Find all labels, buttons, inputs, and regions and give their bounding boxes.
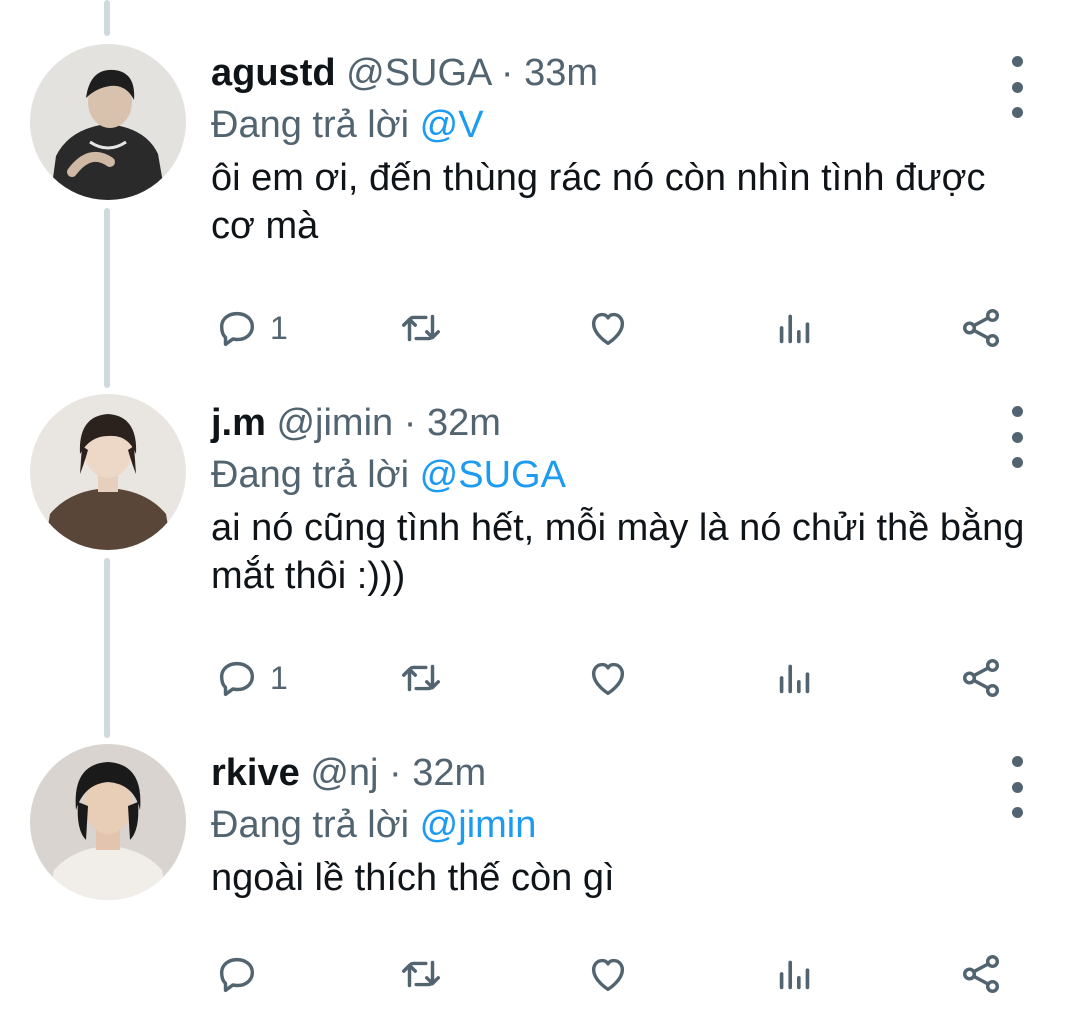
- more-vertical-icon[interactable]: [1000, 406, 1034, 468]
- analytics-icon: [779, 314, 810, 344]
- views-button[interactable]: [772, 944, 818, 1004]
- analytics-icon: [779, 960, 810, 990]
- avatar[interactable]: [30, 394, 186, 550]
- avatar-image: [30, 394, 186, 550]
- heart-icon: [591, 662, 625, 696]
- separator-dot: ·: [403, 402, 417, 444]
- share-icon: [962, 659, 1000, 697]
- more-vertical-icon[interactable]: [1000, 756, 1034, 818]
- user-handle[interactable]: @SUGA: [346, 52, 490, 94]
- avatar-image: [30, 44, 186, 200]
- views-button[interactable]: [772, 298, 818, 358]
- timestamp[interactable]: 33m: [524, 52, 598, 94]
- retweet-icon: [402, 664, 440, 692]
- like-button[interactable]: [585, 298, 631, 358]
- replying-to-mention[interactable]: @SUGA: [420, 454, 566, 496]
- reply-button[interactable]: 1: [214, 648, 288, 708]
- user-handle[interactable]: @nj: [310, 752, 378, 794]
- reply-icon: [219, 661, 255, 697]
- replying-to-mention[interactable]: @jimin: [420, 804, 537, 846]
- like-button[interactable]: [585, 944, 631, 1004]
- retweet-icon: [402, 960, 440, 988]
- tweet-header: agustd @SUGA · 33m: [211, 50, 598, 96]
- more-vertical-icon[interactable]: [1000, 56, 1034, 118]
- share-button[interactable]: [958, 298, 1004, 358]
- replying-to-label: Đang trả lời: [211, 104, 410, 146]
- retweet-button[interactable]: [398, 298, 444, 358]
- share-button[interactable]: [958, 648, 1004, 708]
- avatar[interactable]: [30, 744, 186, 900]
- replying-to: Đang trả lời @jimin: [211, 802, 536, 848]
- action-bar: 1: [0, 648, 1080, 708]
- avatar-image: [30, 744, 186, 900]
- retweet-button[interactable]: [398, 648, 444, 708]
- thread-line-top: [104, 0, 110, 36]
- replying-to: Đang trả lời @SUGA: [211, 452, 566, 498]
- reply-button[interactable]: [214, 944, 270, 1004]
- action-bar: [0, 944, 1080, 1004]
- reply-button[interactable]: 1: [214, 298, 288, 358]
- like-button[interactable]: [585, 648, 631, 708]
- tweet-header: j.m @jimin · 32m: [211, 400, 501, 446]
- avatar[interactable]: [30, 44, 186, 200]
- heart-icon: [591, 958, 625, 992]
- share-icon: [962, 309, 1000, 347]
- separator-dot: ·: [389, 752, 402, 794]
- share-icon: [962, 955, 1000, 993]
- reply-icon: [219, 957, 255, 993]
- tweet[interactable]: j.m @jimin · 32m Đang trả lời @SUGA ai n…: [0, 394, 1080, 697]
- tweet-header: rkive @nj · 32m: [211, 750, 486, 796]
- tweet[interactable]: rkive @nj · 32m Đang trả lời @jimin ngoà…: [0, 744, 1080, 1016]
- timestamp[interactable]: 32m: [412, 752, 486, 794]
- reply-count: 1: [270, 659, 288, 696]
- tweet-text: ngoài lề thích thế còn gì: [211, 857, 615, 899]
- display-name[interactable]: agustd: [211, 52, 336, 94]
- replying-to-mention[interactable]: @V: [420, 104, 484, 146]
- share-button[interactable]: [958, 944, 1004, 1004]
- timestamp[interactable]: 32m: [427, 402, 501, 444]
- heart-icon: [591, 312, 625, 346]
- display-name[interactable]: j.m: [211, 402, 266, 444]
- replying-to: Đang trả lời @V: [211, 102, 484, 148]
- reply-count: 1: [270, 309, 288, 346]
- tweet[interactable]: agustd @SUGA · 33m Đang trả lời @V ôi em…: [0, 44, 1080, 347]
- analytics-icon: [779, 664, 810, 694]
- separator-dot: ·: [500, 52, 514, 94]
- retweet-button[interactable]: [398, 944, 444, 1004]
- views-button[interactable]: [772, 648, 818, 708]
- action-bar: 1: [0, 298, 1080, 358]
- retweet-icon: [402, 314, 440, 342]
- tweet-text: ôi em ơi, đến thùng rác nó còn nhìn tình…: [211, 157, 986, 247]
- user-handle[interactable]: @jimin: [276, 402, 393, 444]
- replying-to-label: Đang trả lời: [211, 804, 410, 846]
- tweet-text: ai nó cũng tình hết, mỗi mày là nó chửi …: [211, 507, 1025, 597]
- display-name[interactable]: rkive: [211, 752, 300, 794]
- reply-icon: [219, 311, 255, 347]
- replying-to-label: Đang trả lời: [211, 454, 410, 496]
